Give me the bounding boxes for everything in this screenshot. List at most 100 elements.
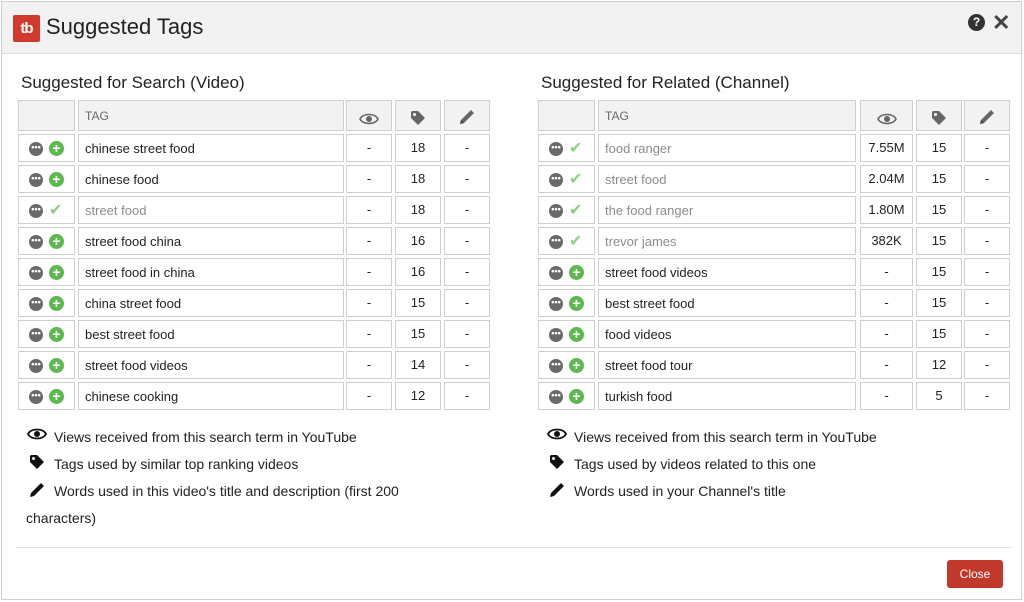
tag-count-value: 18 <box>395 165 441 193</box>
add-tag-icon[interactable]: + <box>49 141 64 156</box>
legend-text: Views received from this search term in … <box>574 429 877 445</box>
more-options-icon[interactable]: ••• <box>549 390 563 404</box>
add-tag-icon[interactable]: + <box>49 172 64 187</box>
eye-icon <box>546 427 568 445</box>
row-action-cell: ••• ✔ <box>538 227 595 255</box>
more-options-icon[interactable]: ••• <box>29 204 43 218</box>
tag-name: street food <box>85 203 147 218</box>
words-value: - <box>964 227 1010 255</box>
row-action-cell: ••• + <box>18 289 75 317</box>
close-icon[interactable]: ✕ <box>992 10 1010 36</box>
header-tag-label: TAG <box>85 109 109 123</box>
tag-cell: best street food <box>598 289 856 317</box>
row-action-cell: ••• ✔ <box>538 165 595 193</box>
legend-text: Words used in your Channel's title <box>574 483 786 499</box>
row-action-cell: ••• + <box>538 351 595 379</box>
tag-cell: chinese food <box>78 165 344 193</box>
header-tag-cell[interactable] <box>916 100 962 131</box>
add-tag-icon[interactable]: + <box>49 389 64 404</box>
eye-icon <box>876 108 897 137</box>
tag-count-value: 5 <box>916 382 962 410</box>
add-tag-icon[interactable]: + <box>49 327 64 342</box>
header-pencil-cell[interactable] <box>964 100 1010 131</box>
tag-cell: trevor james <box>598 227 856 255</box>
more-options-icon[interactable]: ••• <box>29 328 43 342</box>
views-value: - <box>346 320 392 348</box>
more-options-icon[interactable]: ••• <box>29 266 43 280</box>
tag-name: food videos <box>605 327 672 342</box>
search-section-title: Suggested for Search (Video) <box>21 73 245 92</box>
add-tag-icon[interactable]: + <box>49 234 64 249</box>
more-options-icon[interactable]: ••• <box>549 359 563 373</box>
more-options-icon[interactable]: ••• <box>29 173 43 187</box>
add-tag-icon[interactable]: + <box>569 296 584 311</box>
tag-cell: street food <box>598 165 856 193</box>
row-action-cell: ••• ✔ <box>538 196 595 224</box>
tag-name: turkish food <box>605 389 673 404</box>
tag-name: best street food <box>605 296 695 311</box>
tag-count-value: 15 <box>916 227 962 255</box>
words-value: - <box>444 382 490 410</box>
header-eye-cell[interactable] <box>346 100 392 131</box>
more-options-icon[interactable]: ••• <box>549 266 563 280</box>
pencil-icon <box>458 108 476 137</box>
add-tag-icon[interactable]: + <box>569 358 584 373</box>
words-value: - <box>444 134 490 162</box>
header-pencil-cell[interactable] <box>444 100 490 131</box>
more-options-icon[interactable]: ••• <box>549 142 563 156</box>
row-action-cell: ••• + <box>18 134 75 162</box>
more-options-icon[interactable]: ••• <box>549 204 563 218</box>
words-value: - <box>444 196 490 224</box>
more-options-icon[interactable]: ••• <box>549 328 563 342</box>
views-value: - <box>346 258 392 286</box>
tag-icon <box>931 108 947 137</box>
header-eye-cell[interactable] <box>860 100 913 131</box>
add-tag-icon[interactable]: + <box>49 265 64 280</box>
row-action-cell: ••• + <box>538 258 595 286</box>
tag-count-value: 15 <box>916 134 962 162</box>
more-options-icon[interactable]: ••• <box>29 142 43 156</box>
tag-count-value: 18 <box>395 134 441 162</box>
tag-name: best street food <box>85 327 175 342</box>
tag-count-value: 15 <box>916 165 962 193</box>
header-tag-cell[interactable] <box>395 100 441 131</box>
tag-name: street food china <box>85 234 182 249</box>
dialog-title: Suggested Tags <box>46 14 204 39</box>
legend-text: Tags used by similar top ranking videos <box>54 456 299 472</box>
more-options-icon[interactable]: ••• <box>29 359 43 373</box>
tag-name: street food videos <box>85 358 188 373</box>
tag-name: street food videos <box>605 265 708 280</box>
add-tag-icon[interactable]: + <box>569 327 584 342</box>
views-value: - <box>860 258 913 286</box>
row-action-cell: ••• + <box>538 289 595 317</box>
tag-name: chinese cooking <box>85 389 179 404</box>
eye-icon <box>359 108 379 137</box>
add-tag-icon[interactable]: + <box>569 389 584 404</box>
add-tag-icon[interactable]: + <box>569 265 584 280</box>
close-button[interactable]: Close <box>947 560 1003 588</box>
tag-icon <box>546 454 568 474</box>
question-circle-icon[interactable]: ? <box>968 14 985 31</box>
row-action-cell: ••• + <box>18 382 75 410</box>
views-value: - <box>860 382 913 410</box>
views-value: - <box>860 289 913 317</box>
more-options-icon[interactable]: ••• <box>29 235 43 249</box>
tag-count-value: 16 <box>395 227 441 255</box>
add-tag-icon[interactable]: + <box>49 296 64 311</box>
more-options-icon[interactable]: ••• <box>29 297 43 311</box>
more-options-icon[interactable]: ••• <box>549 173 563 187</box>
footer-divider <box>16 547 1012 548</box>
tag-count-value: 16 <box>395 258 441 286</box>
more-options-icon[interactable]: ••• <box>549 235 563 249</box>
more-options-icon[interactable]: ••• <box>549 297 563 311</box>
legend-text-continued: characters) <box>26 510 97 526</box>
checkmark-icon: ✔ <box>49 202 63 219</box>
more-options-icon[interactable]: ••• <box>29 390 43 404</box>
tag-name: food ranger <box>605 141 672 156</box>
tag-cell: food videos <box>598 320 856 348</box>
add-tag-icon[interactable]: + <box>49 358 64 373</box>
row-action-cell: ••• + <box>18 165 75 193</box>
views-value: - <box>346 134 392 162</box>
tag-name: the food ranger <box>605 203 694 218</box>
tag-cell: the food ranger <box>598 196 856 224</box>
